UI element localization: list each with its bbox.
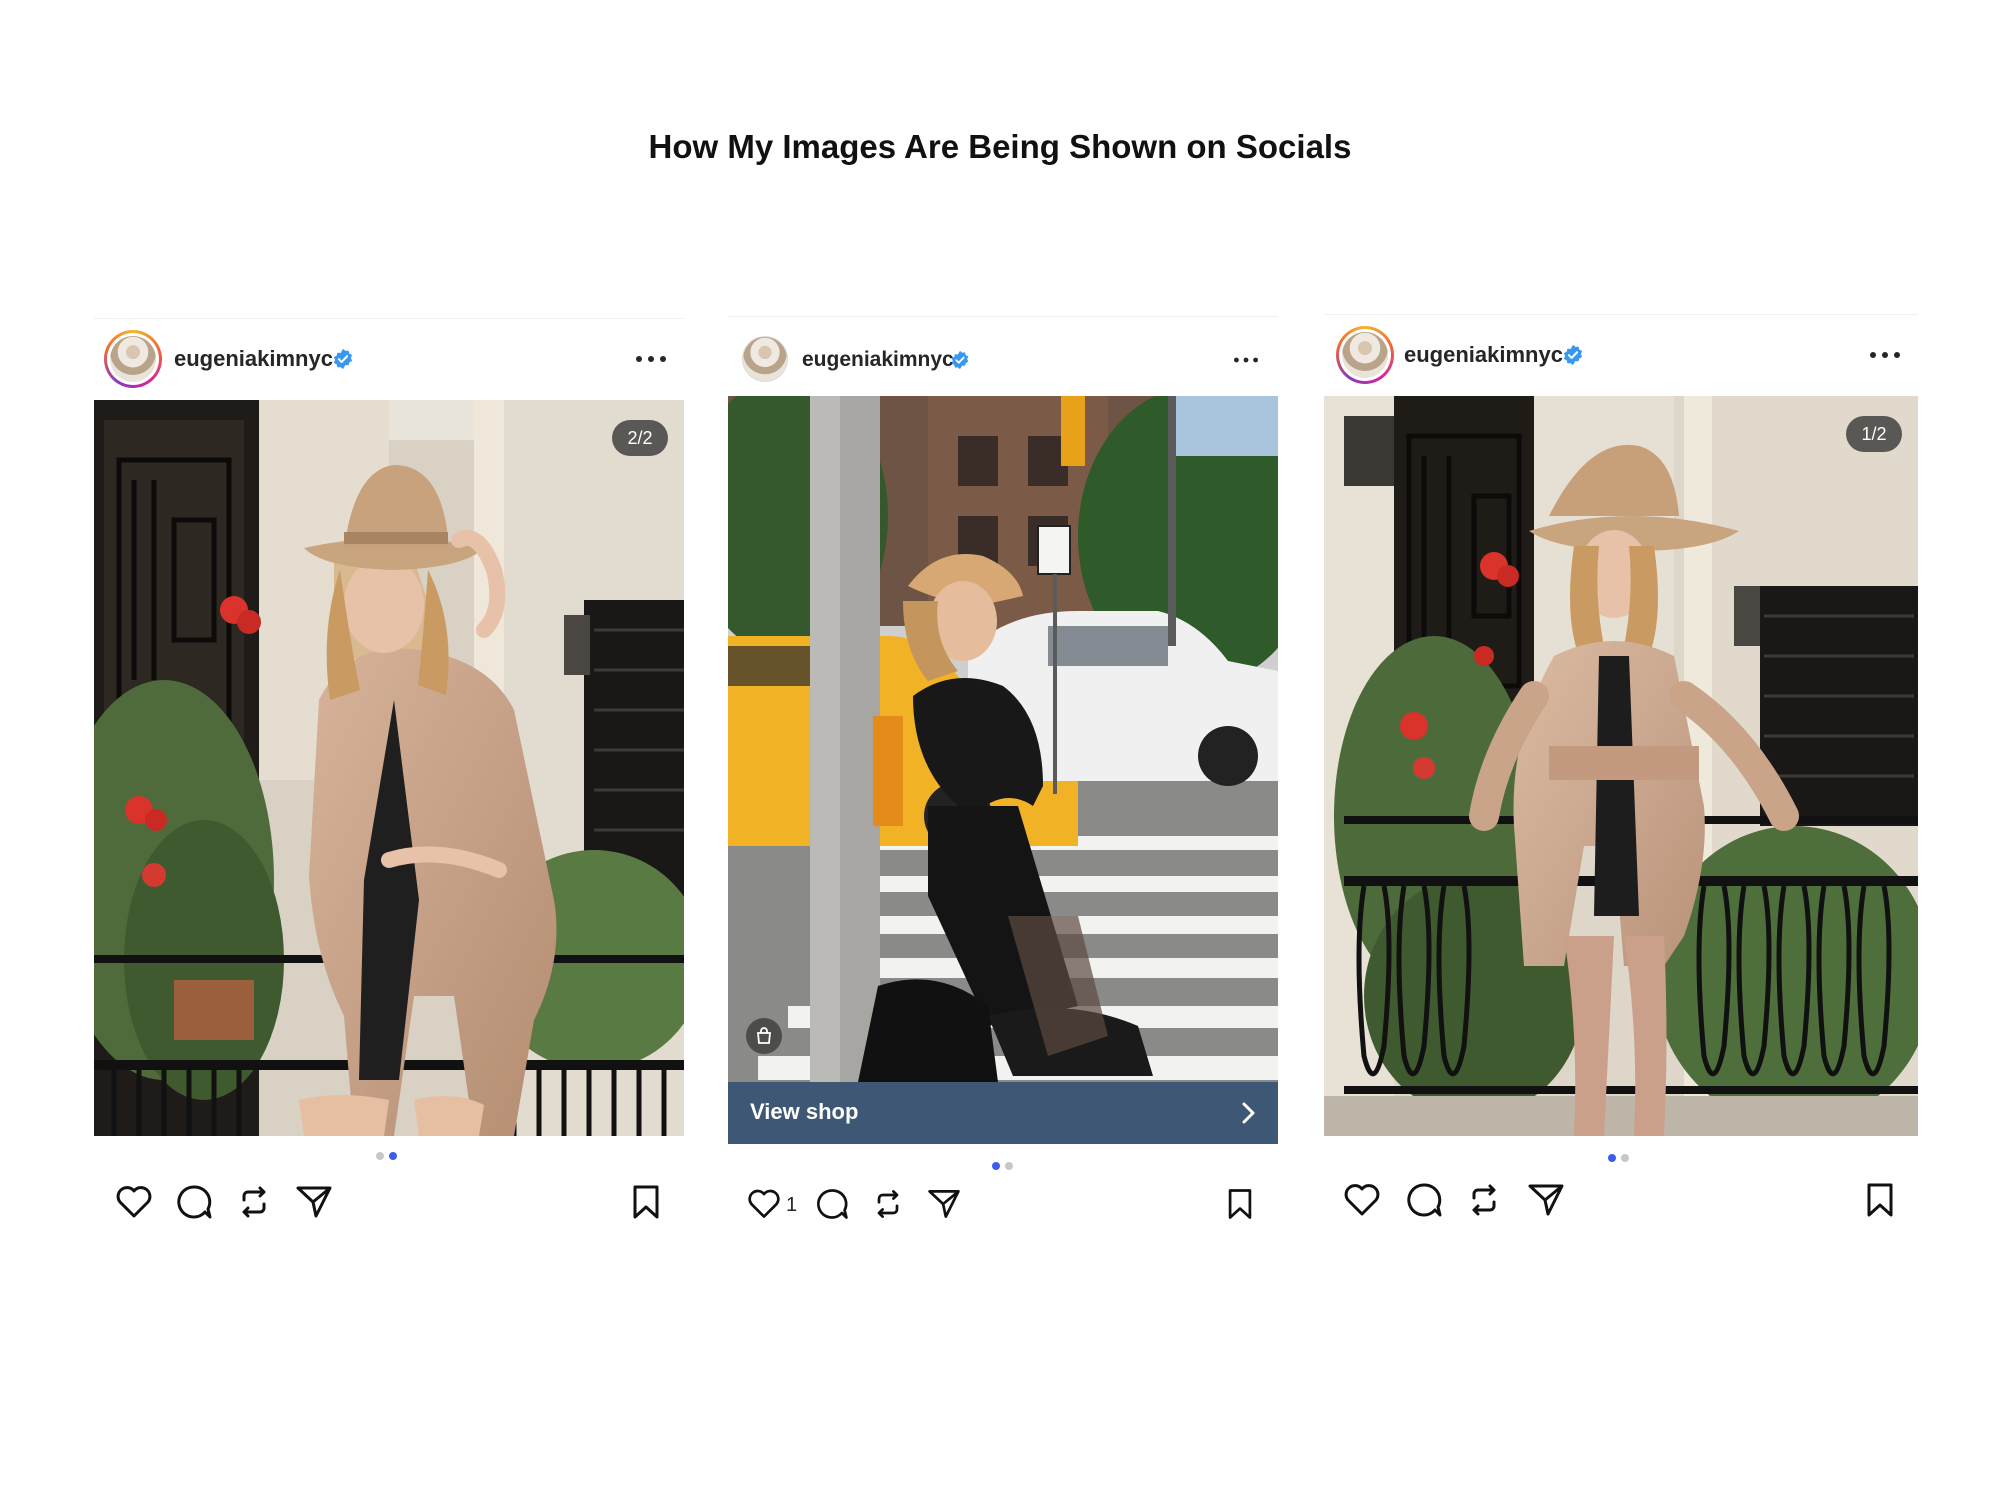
comment-icon[interactable] bbox=[814, 1186, 850, 1222]
share-icon[interactable] bbox=[294, 1182, 334, 1222]
heart-icon[interactable] bbox=[1342, 1180, 1382, 1220]
repost-icon[interactable] bbox=[1464, 1180, 1504, 1220]
post-card-2: eugeniakimnyc View shop 1 bbox=[728, 316, 1278, 1234]
bookmark-icon[interactable] bbox=[626, 1182, 666, 1222]
heart-icon[interactable] bbox=[746, 1186, 782, 1222]
post-actions bbox=[94, 1178, 684, 1228]
view-shop-label: View shop bbox=[750, 1099, 859, 1124]
post-header: eugeniakimnyc bbox=[728, 316, 1278, 396]
verified-badge-icon bbox=[951, 350, 969, 370]
avatar-photo bbox=[110, 336, 156, 382]
avatar-photo bbox=[743, 337, 787, 381]
carousel-counter: 2/2 bbox=[612, 420, 668, 456]
like-count[interactable]: 1 bbox=[786, 1194, 797, 1217]
post-card-1: eugeniakimnyc 2/2 bbox=[94, 318, 684, 1228]
verified-badge-icon bbox=[333, 348, 353, 370]
post-photo[interactable]: 1/2 bbox=[1324, 396, 1918, 1136]
username[interactable]: eugeniakimnyc bbox=[1404, 342, 1563, 368]
carousel-dot-active[interactable] bbox=[1608, 1154, 1616, 1162]
fashion-photo-image bbox=[728, 396, 1278, 1082]
avatar[interactable] bbox=[742, 336, 788, 382]
post-photo[interactable] bbox=[728, 396, 1278, 1082]
avatar[interactable] bbox=[1336, 326, 1394, 384]
more-icon[interactable] bbox=[634, 354, 668, 364]
carousel-dots bbox=[992, 1162, 1013, 1170]
repost-icon[interactable] bbox=[234, 1182, 274, 1222]
bookmark-icon[interactable] bbox=[1222, 1186, 1258, 1222]
carousel-dots bbox=[1608, 1154, 1629, 1162]
repost-icon[interactable] bbox=[870, 1186, 906, 1222]
carousel-dot-active[interactable] bbox=[992, 1162, 1000, 1170]
username[interactable]: eugeniakimnyc bbox=[174, 346, 333, 372]
fashion-photo-image bbox=[1324, 396, 1918, 1136]
post-header: eugeniakimnyc bbox=[94, 318, 684, 398]
page-title: How My Images Are Being Shown on Socials bbox=[648, 128, 1352, 165]
carousel-dot[interactable] bbox=[376, 1152, 384, 1160]
post-actions bbox=[1324, 1176, 1918, 1226]
more-icon[interactable] bbox=[1232, 356, 1260, 364]
chevron-right-icon bbox=[1242, 1102, 1255, 1124]
post-card-3: eugeniakimnyc 1/2 bbox=[1324, 314, 1918, 1230]
carousel-dot[interactable] bbox=[1005, 1162, 1013, 1170]
view-shop-button[interactable]: View shop bbox=[728, 1082, 1278, 1144]
share-icon[interactable] bbox=[1526, 1180, 1566, 1220]
post-photo[interactable]: 2/2 bbox=[94, 400, 684, 1136]
verified-badge-icon bbox=[1563, 344, 1583, 366]
carousel-counter: 1/2 bbox=[1846, 416, 1902, 452]
comment-icon[interactable] bbox=[1404, 1180, 1444, 1220]
fashion-photo-image bbox=[94, 400, 684, 1136]
bookmark-icon[interactable] bbox=[1860, 1180, 1900, 1220]
more-icon[interactable] bbox=[1868, 350, 1902, 360]
comment-icon[interactable] bbox=[174, 1182, 214, 1222]
carousel-dot[interactable] bbox=[1621, 1154, 1629, 1162]
avatar[interactable] bbox=[104, 330, 162, 388]
share-icon[interactable] bbox=[926, 1186, 962, 1222]
heart-icon[interactable] bbox=[114, 1182, 154, 1222]
username[interactable]: eugeniakimnyc bbox=[802, 348, 954, 372]
shopping-bag-icon[interactable] bbox=[746, 1018, 782, 1054]
post-header: eugeniakimnyc bbox=[1324, 314, 1918, 394]
post-actions: 1 bbox=[728, 1182, 1278, 1232]
carousel-dots bbox=[376, 1152, 397, 1160]
avatar-photo bbox=[1342, 332, 1388, 378]
carousel-dot-active[interactable] bbox=[389, 1152, 397, 1160]
